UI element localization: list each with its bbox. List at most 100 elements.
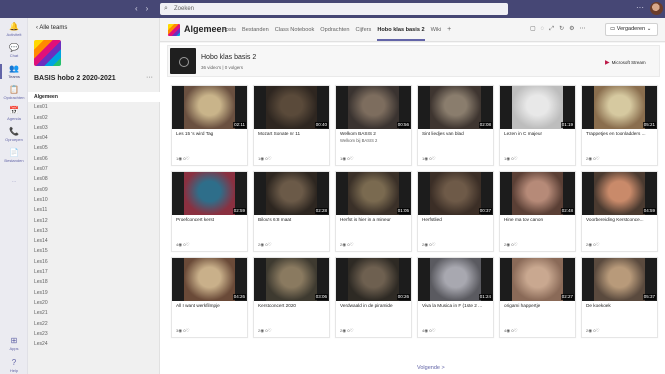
video-title[interactable]: origami happertje bbox=[504, 303, 574, 308]
heart-icon[interactable]: ♡ bbox=[350, 328, 354, 333]
video-title[interactable]: All I want werkfilmpje bbox=[176, 303, 246, 308]
channel-item-les23[interactable]: Les23 bbox=[28, 329, 160, 339]
video-thumbnail[interactable]: 00:40 bbox=[254, 86, 329, 129]
team-more-icon[interactable]: ··· bbox=[146, 74, 153, 81]
video-card[interactable]: 02:59 Proefconcert kerst 4◉ 0♡ bbox=[171, 171, 248, 252]
video-thumbnail[interactable]: 00:37 bbox=[418, 172, 493, 215]
tab-hobo-klas-basis-2[interactable]: Hobo klas basis 2 bbox=[377, 27, 425, 41]
video-thumbnail[interactable]: 02:27 bbox=[500, 258, 575, 301]
video-thumbnail[interactable]: 01:24 bbox=[418, 258, 493, 301]
channel-item-les11[interactable]: Les11 bbox=[28, 205, 160, 215]
channel-item-les18[interactable]: Les18 bbox=[28, 277, 160, 287]
rail-item-bell[interactable]: 🔔 Activiteit bbox=[0, 22, 28, 37]
channel-item-les07[interactable]: Les07 bbox=[28, 164, 160, 174]
channel-item-les13[interactable]: Les13 bbox=[28, 226, 160, 236]
video-card[interactable]: 04:26 All I want werkfilmpje 3◉ 0♡ bbox=[171, 257, 248, 338]
video-card[interactable]: 00:56 Welkom BASIS 2 Welkom bij BASIS 2 1◉ … bbox=[335, 85, 412, 166]
tab-cijfers[interactable]: Cijfers bbox=[355, 27, 371, 33]
all-teams-link[interactable]: ‹ Alle teams bbox=[36, 25, 67, 31]
back-arrow-icon[interactable]: ‹ bbox=[135, 4, 138, 13]
channel-item-les22[interactable]: Les22 bbox=[28, 319, 160, 329]
gear-icon[interactable]: ⚙ bbox=[569, 26, 574, 32]
video-title[interactable]: Herfst is hier in a mineur bbox=[340, 217, 410, 222]
video-thumbnail[interactable]: 02:28 bbox=[254, 172, 329, 215]
channel-item-les08[interactable]: Les08 bbox=[28, 174, 160, 184]
video-thumbnail[interactable]: 02:48 bbox=[500, 172, 575, 215]
video-card[interactable]: 00:40 Mozart Sonate nr 11 1◉ 0♡ bbox=[253, 85, 330, 166]
video-card[interactable]: 01:05 Herfst is hier in a mineur 2◉ 0♡ bbox=[335, 171, 412, 252]
heart-icon[interactable]: ♡ bbox=[268, 328, 272, 333]
heart-icon[interactable]: ♡ bbox=[350, 156, 354, 161]
video-title[interactable]: Proefconcert kerst bbox=[176, 217, 246, 222]
video-thumbnail[interactable]: 02:59 bbox=[172, 172, 247, 215]
video-card[interactable]: 04:59 Voorbereiding Kerstconce... 2◉ 0♡ bbox=[581, 171, 658, 252]
channel-item-les14[interactable]: Les14 bbox=[28, 236, 160, 246]
heart-icon[interactable]: ♡ bbox=[186, 242, 190, 247]
channel-item-les01[interactable]: Les01 bbox=[28, 102, 160, 112]
video-title[interactable]: Sint liedjes van blad bbox=[422, 131, 492, 136]
tab-class-notebook[interactable]: Class Notebook bbox=[275, 27, 315, 33]
heart-icon[interactable]: ♡ bbox=[186, 328, 190, 333]
heart-icon[interactable]: ♡ bbox=[514, 156, 518, 161]
tab-opdrachten[interactable]: Opdrachten bbox=[320, 27, 349, 33]
tab-bestanden[interactable]: Bestanden bbox=[242, 27, 269, 33]
channel-item-les12[interactable]: Les12 bbox=[28, 216, 160, 226]
video-card[interactable]: 02:48 Hine ma tov canon 2◉ 0♡ bbox=[499, 171, 576, 252]
chat-bubble-icon[interactable]: ◌ bbox=[541, 26, 545, 32]
search-input[interactable]: ⌕ Zoeken bbox=[160, 3, 508, 15]
video-thumbnail[interactable]: 02:08 bbox=[418, 86, 493, 129]
video-title[interactable]: Verdwaald in de piramide bbox=[340, 303, 410, 308]
channel-item-les09[interactable]: Les09 bbox=[28, 185, 160, 195]
microsoft-stream-link[interactable]: ▶ Microsoft Stream bbox=[605, 59, 646, 66]
channel-item-les06[interactable]: Les06 bbox=[28, 154, 160, 164]
conversation-icon[interactable]: ▢ bbox=[530, 26, 536, 32]
video-card[interactable]: 02:27 origami happertje 4◉ 0♡ bbox=[499, 257, 576, 338]
more-options-icon[interactable]: ··· bbox=[636, 3, 644, 12]
video-card[interactable]: 02:28 Bilou's 6:8 maat 2◉ 0♡ bbox=[253, 171, 330, 252]
rail-item-chat[interactable]: 💬 Chat bbox=[0, 43, 28, 58]
video-title[interactable]: Bilou's 6:8 maat bbox=[258, 217, 328, 222]
video-title[interactable]: Les 15 's wird Tag bbox=[176, 131, 246, 136]
tab-posts[interactable]: Posts bbox=[222, 27, 236, 33]
channel-item-les21[interactable]: Les21 bbox=[28, 308, 160, 318]
video-card[interactable]: 02:11 Les 15 's wird Tag 1◉ 0♡ bbox=[171, 85, 248, 166]
heart-icon[interactable]: ♡ bbox=[268, 242, 272, 247]
video-thumbnail[interactable]: 01:05 bbox=[336, 172, 411, 215]
heart-icon[interactable]: ♡ bbox=[432, 156, 436, 161]
refresh-icon[interactable]: ↻ bbox=[559, 26, 564, 32]
video-title[interactable]: Mozart Sonate nr 11 bbox=[258, 131, 328, 136]
heart-icon[interactable]: ♡ bbox=[596, 328, 600, 333]
heart-icon[interactable]: ♡ bbox=[596, 242, 600, 247]
video-thumbnail[interactable]: 04:26 bbox=[172, 258, 247, 301]
rail-item-assignments[interactable]: 📋 Opdrachten bbox=[0, 85, 28, 100]
channel-item-les16[interactable]: Les16 bbox=[28, 257, 160, 267]
channel-item-les19[interactable]: Les19 bbox=[28, 288, 160, 298]
next-page-link[interactable]: Volgende > bbox=[417, 365, 445, 371]
rail-item-more[interactable]: ··· bbox=[0, 169, 28, 184]
video-thumbnail[interactable]: 05:21 bbox=[582, 86, 657, 129]
video-card[interactable]: 03:06 Kerstconcert 2020 2◉ 0♡ bbox=[253, 257, 330, 338]
channel-item-les24[interactable]: Les24 bbox=[28, 339, 160, 349]
video-title[interactable]: Welkom BASIS 2 bbox=[340, 131, 410, 136]
video-title[interactable]: Viva la Musica in F (1ste 2 ... bbox=[422, 303, 492, 308]
channel-item-les20[interactable]: Les20 bbox=[28, 298, 160, 308]
video-card[interactable]: 00:26 Verdwaald in de piramide 2◉ 0♡ bbox=[335, 257, 412, 338]
forward-arrow-icon[interactable]: › bbox=[146, 4, 149, 13]
video-thumbnail[interactable]: 00:26 bbox=[336, 258, 411, 301]
heart-icon[interactable]: ♡ bbox=[514, 242, 518, 247]
tab-wiki[interactable]: Wiki bbox=[431, 27, 442, 33]
video-thumbnail[interactable]: 01:19 bbox=[500, 86, 575, 129]
video-thumbnail[interactable]: 05:37 bbox=[582, 258, 657, 301]
rail-item-teams[interactable]: 👥 Teams bbox=[0, 64, 28, 79]
heart-icon[interactable]: ♡ bbox=[350, 242, 354, 247]
add-tab-icon[interactable]: + bbox=[447, 26, 451, 33]
video-card[interactable]: 01:24 Viva la Musica in F (1ste 2 ... 4◉ 0… bbox=[417, 257, 494, 338]
video-title[interactable]: Lezen in C majeur bbox=[504, 131, 574, 136]
video-card[interactable]: 05:37 De koekoek 2◉ 0♡ bbox=[581, 257, 658, 338]
video-title[interactable]: Kerstconcert 2020 bbox=[258, 303, 328, 308]
video-title[interactable]: De koekoek bbox=[586, 303, 656, 308]
heart-icon[interactable]: ♡ bbox=[514, 328, 518, 333]
heart-icon[interactable]: ♡ bbox=[596, 156, 600, 161]
channel-item-les10[interactable]: Les10 bbox=[28, 195, 160, 205]
more-icon[interactable]: ⋯ bbox=[579, 26, 585, 32]
